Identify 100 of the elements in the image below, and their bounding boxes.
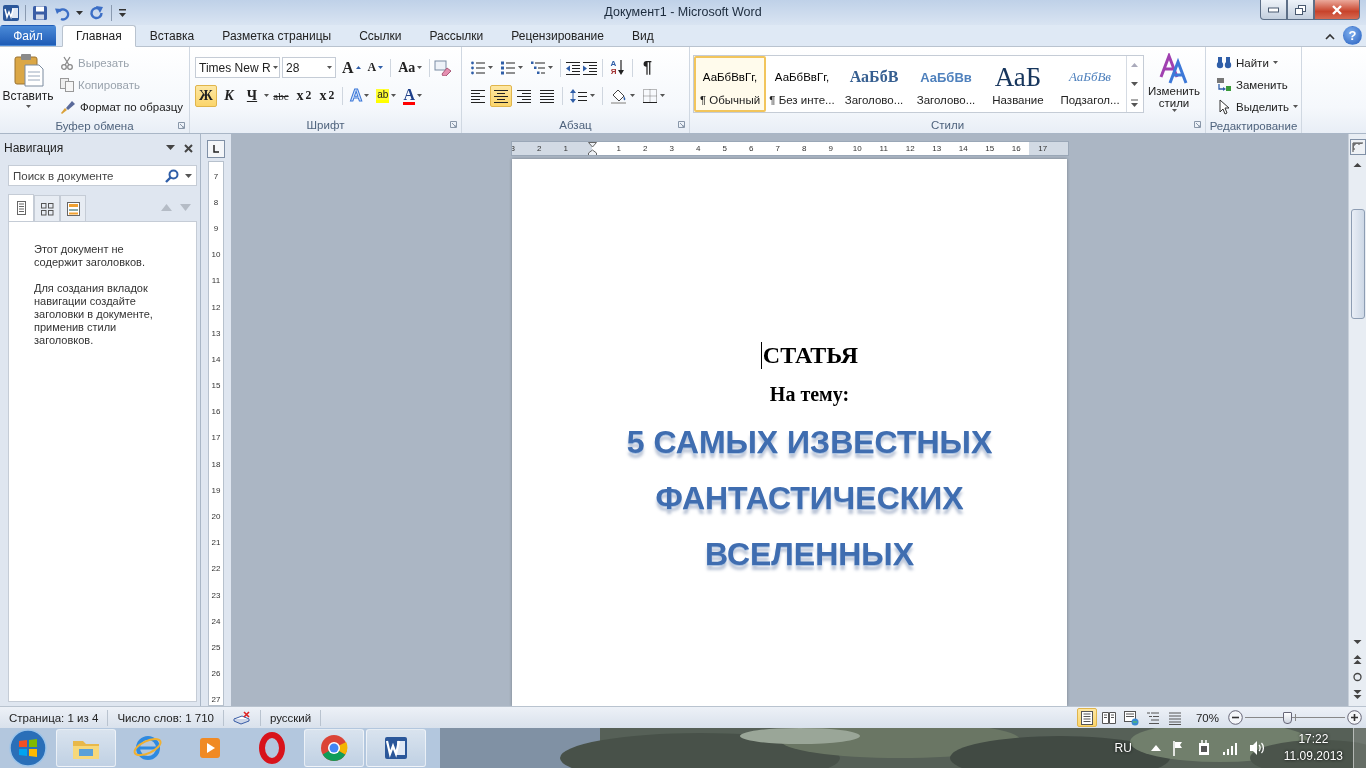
ruler-toggle-icon[interactable]: [1349, 139, 1366, 155]
file-tab[interactable]: Файл: [0, 25, 56, 46]
style-item[interactable]: АаБбВ Заголово...: [838, 56, 910, 112]
collapse-ribbon-icon[interactable]: [1325, 33, 1335, 40]
format-painter-button[interactable]: Формат по образцу: [57, 96, 187, 117]
style-item[interactable]: АаБбВвГг, ¶ Обычный: [694, 56, 766, 112]
power-icon[interactable]: [1196, 740, 1211, 756]
style-item[interactable]: АаБбВв Заголово...: [910, 56, 982, 112]
wordart-title-line: ФАНТАСТИЧЕСКИХ: [655, 479, 964, 518]
ribbon-tab[interactable]: Рецензирование: [497, 25, 618, 46]
ribbon-tab[interactable]: Ссылки: [345, 25, 416, 46]
redo-icon[interactable]: [89, 4, 105, 21]
caret-icon: [518, 66, 523, 69]
ruler-number: 23: [210, 589, 222, 602]
dialog-launcher-icon[interactable]: [1194, 121, 1201, 128]
search-input[interactable]: Поиск в документе: [13, 169, 159, 182]
zoom-in-icon[interactable]: [1347, 710, 1362, 725]
grow-font-button[interactable]: A: [339, 56, 364, 79]
sort-button[interactable]: А Я: [607, 56, 628, 79]
ruler-number: 15: [984, 144, 996, 153]
font-size-field[interactable]: 28: [282, 57, 336, 78]
restore-button[interactable]: [1287, 0, 1314, 20]
caret-icon[interactable]: [185, 173, 192, 178]
web-view-icon: [1122, 709, 1139, 726]
ribbon-tab[interactable]: Рассылки: [415, 25, 498, 46]
scroll-thumb[interactable]: [1350, 209, 1365, 319]
dialog-launcher-icon[interactable]: [450, 121, 457, 128]
italic-button[interactable]: К: [218, 84, 240, 107]
taskbar-button[interactable]: [366, 729, 426, 767]
pane-tab[interactable]: [60, 195, 86, 221]
print-view-button[interactable]: [1076, 708, 1097, 727]
slider-thumb[interactable]: [1283, 711, 1292, 724]
tab-stop-icon[interactable]: [207, 140, 225, 158]
pane-menu-icon[interactable]: [166, 145, 175, 151]
save-icon[interactable]: [32, 4, 48, 21]
show-marks-button[interactable]: ¶: [637, 56, 658, 79]
highlight-button[interactable]: ab: [373, 84, 400, 107]
caret-icon[interactable]: [264, 94, 269, 97]
brush-icon: [60, 99, 76, 114]
style-item[interactable]: АаБбВв Подзагол...: [1054, 56, 1126, 112]
increase-indent-icon[interactable]: [582, 59, 598, 76]
style-item[interactable]: АаБ Название: [982, 56, 1054, 112]
ruler-number: 22: [210, 563, 222, 576]
show-hidden-icon[interactable]: [1150, 745, 1161, 751]
text-cursor: [760, 341, 762, 369]
shrink-font-button[interactable]: A: [364, 56, 387, 79]
replace-button[interactable]: Заменить: [1213, 74, 1302, 95]
zoom-out-icon[interactable]: [1228, 710, 1243, 725]
ruler-number: 10: [851, 144, 863, 153]
underline-button[interactable]: Ч: [241, 84, 263, 107]
ruler-number: 8: [801, 144, 808, 153]
signal-icon[interactable]: [1221, 741, 1238, 755]
ribbon-tab[interactable]: Вид: [617, 25, 668, 46]
language-label: русский: [260, 709, 322, 726]
ruler-number: 9: [212, 222, 220, 235]
paint-bucket-icon: [610, 87, 628, 104]
bold-button[interactable]: Ж: [195, 84, 217, 107]
zoom-level-button[interactable]: 70%: [1186, 710, 1226, 725]
pane-tab[interactable]: [8, 194, 34, 221]
select-button[interactable]: Выделить: [1213, 96, 1302, 117]
find-button[interactable]: Найти: [1213, 52, 1302, 73]
volume-icon[interactable]: [1248, 740, 1265, 756]
browse-object-icon[interactable]: [1350, 670, 1365, 684]
ruler-number: 18: [210, 458, 222, 471]
align-center-button[interactable]: [490, 84, 512, 107]
close-button[interactable]: [1314, 0, 1360, 20]
strikethrough-button[interactable]: abc: [270, 84, 292, 107]
font-name-field[interactable]: Times New R: [195, 57, 280, 78]
decrease-indent-icon[interactable]: [565, 59, 581, 76]
search-icon[interactable]: [165, 168, 179, 183]
search-field[interactable]: Поиск в документе: [8, 165, 197, 186]
minimize-button[interactable]: [1260, 0, 1287, 20]
group-label: Абзац: [559, 118, 592, 131]
wordart-title-line: ВСЕЛЕННЫХ: [705, 535, 914, 574]
caret-icon: [391, 94, 397, 97]
ribbon-tab[interactable]: Разметка страницы: [208, 25, 346, 46]
copy-icon: [60, 77, 74, 92]
input-language: RU: [1114, 741, 1132, 755]
caret-icon: [590, 94, 595, 97]
paste-button[interactable]: Вставить: [3, 50, 53, 117]
caret-icon[interactable]: [76, 10, 83, 15]
pane-tab[interactable]: [34, 195, 60, 221]
dialog-launcher-icon[interactable]: [678, 121, 685, 128]
eraser-icon[interactable]: [434, 59, 453, 76]
zoom-slider[interactable]: [1245, 709, 1345, 726]
binoculars-icon: [1216, 54, 1232, 71]
document-icon[interactable]: [3, 4, 19, 21]
font-color-button[interactable]: A: [400, 84, 425, 107]
ribbon-tab[interactable]: Вставка: [135, 25, 209, 46]
taskbar-button[interactable]: [304, 729, 364, 767]
style-item[interactable]: АаБбВвГг, ¶ Без инте...: [766, 56, 838, 112]
ruler-number: 7: [212, 170, 220, 183]
clock[interactable]: 17:22 11.09.2013: [1283, 731, 1343, 765]
customize-icon[interactable]: [118, 7, 127, 18]
change-styles-button[interactable]: Изменить стили: [1146, 50, 1202, 116]
close-icon[interactable]: [184, 143, 193, 153]
dialog-launcher-icon[interactable]: [178, 122, 185, 129]
ribbon-tab[interactable]: Главная: [62, 25, 136, 47]
change-case-button[interactable]: Aa: [395, 56, 426, 79]
ruler-number: 7: [774, 144, 781, 153]
